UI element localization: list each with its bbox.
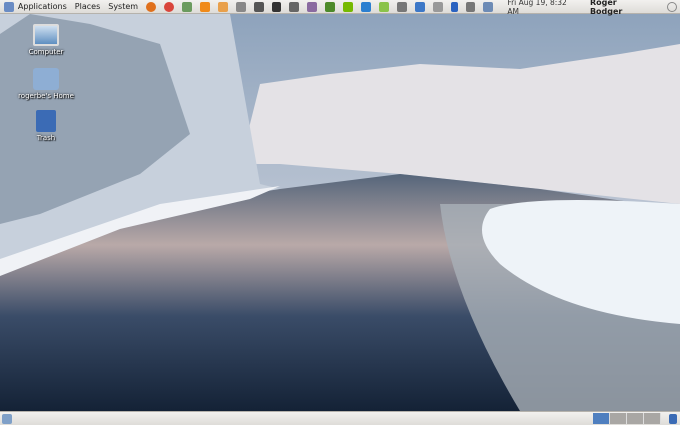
menu-applications[interactable]: Applications — [14, 2, 71, 11]
nvidia-icon[interactable] — [343, 1, 354, 12]
desktop-icon-computer[interactable]: Computer — [18, 24, 74, 56]
vlc-icon[interactable] — [199, 1, 210, 12]
volume-icon[interactable] — [432, 1, 443, 12]
show-desktop-icon[interactable] — [2, 413, 12, 424]
search-tool-icon[interactable] — [235, 1, 246, 12]
power-icon[interactable] — [667, 1, 678, 12]
workspace-3[interactable] — [627, 413, 644, 424]
computer-icon — [33, 24, 59, 46]
terminal-icon[interactable] — [271, 1, 282, 12]
clock[interactable]: Fri Aug 19, 8:32 AM — [507, 0, 580, 16]
desktop-icon-home[interactable]: rogerbe's Home — [18, 68, 74, 100]
chrome-icon[interactable] — [164, 1, 174, 12]
desktop-icon-label: rogerbe's Home — [18, 92, 74, 100]
bottom-panel — [0, 411, 680, 425]
camera-icon[interactable] — [253, 1, 264, 12]
monitor-icon[interactable] — [289, 1, 300, 12]
media-player-icon[interactable] — [181, 1, 192, 12]
top-panel: Applications Places System Fri Aug 19, 8… — [0, 0, 680, 16]
user-menu[interactable]: Roger Bodger — [590, 0, 651, 16]
workspace-2[interactable] — [610, 413, 627, 424]
workspace-1[interactable] — [593, 413, 610, 424]
trash-icon — [36, 110, 56, 132]
battery-icon[interactable] — [483, 1, 494, 12]
menu-places[interactable]: Places — [71, 2, 104, 11]
home-folder-icon — [33, 68, 59, 90]
wine-icon[interactable] — [217, 1, 228, 12]
firefox-icon[interactable] — [146, 1, 156, 12]
bluetooth-icon[interactable] — [450, 1, 458, 12]
trash-applet-icon[interactable] — [669, 413, 677, 424]
workspace-4[interactable] — [644, 413, 661, 424]
signal-icon[interactable] — [465, 1, 476, 12]
workspace-switcher — [593, 413, 680, 424]
desktop-icon-label: Computer — [28, 48, 64, 56]
remote-desktop-icon[interactable] — [361, 1, 372, 12]
desktop-icon-label: Trash — [36, 134, 56, 142]
notes-icon[interactable] — [307, 1, 318, 12]
screenshot-icon[interactable] — [396, 1, 407, 12]
gnome-foot-icon — [4, 1, 14, 12]
system-monitor-icon[interactable] — [325, 1, 336, 12]
android-icon[interactable] — [379, 1, 389, 12]
desktop-wallpaper — [0, 14, 680, 411]
network-icon[interactable] — [414, 1, 425, 12]
menu-system[interactable]: System — [104, 2, 142, 11]
desktop-icon-trash[interactable]: Trash — [18, 110, 74, 142]
